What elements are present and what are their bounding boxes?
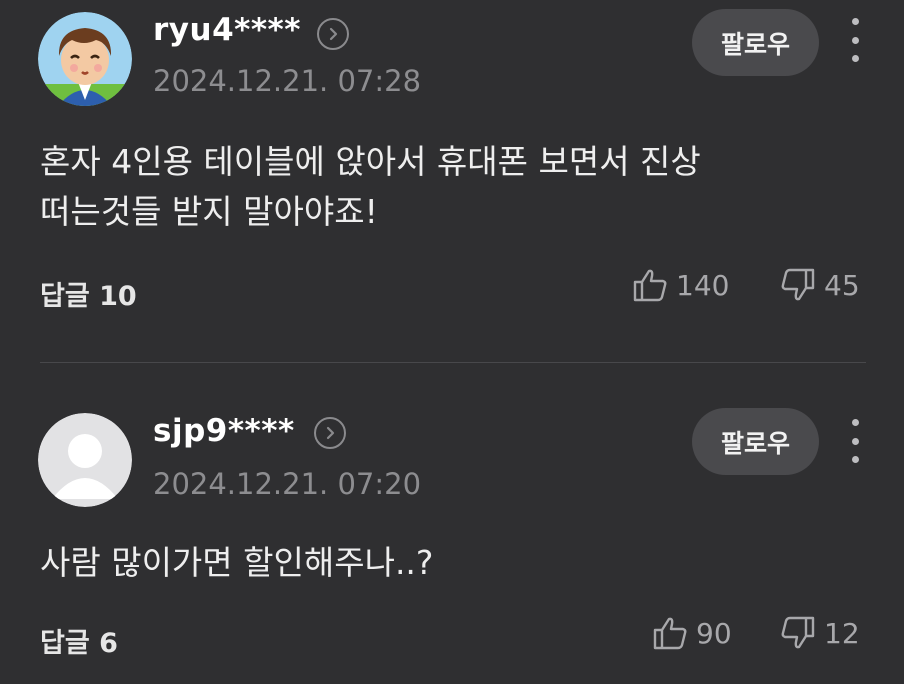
dislike-button[interactable]: 45 (780, 268, 860, 302)
more-options-icon[interactable] (845, 18, 865, 62)
dislike-button[interactable]: 12 (780, 616, 860, 650)
like-count: 90 (696, 616, 732, 650)
like-count: 140 (676, 268, 730, 302)
user-avatar[interactable] (38, 413, 132, 507)
like-button[interactable]: 90 (652, 616, 732, 650)
comment-timestamp: 2024.12.21. 07:28 (153, 64, 422, 98)
comment-text: 혼자 4인용 테이블에 앉아서 휴대폰 보면서 진상 떠는것들 받지 말아야죠! (40, 137, 860, 237)
more-options-icon[interactable] (845, 419, 865, 463)
reply-count-link[interactable]: 답글 10 (40, 274, 137, 313)
dislike-count: 12 (824, 616, 860, 650)
default-user-icon (38, 413, 132, 507)
comment-item: sjp9**** 2024.12.21. 07:20 팔로우 사람 많이가면 할… (0, 363, 904, 684)
comment-text: 사람 많이가면 할인해주나..? (40, 538, 860, 588)
thumbs-up-icon (653, 617, 687, 650)
username[interactable]: sjp9**** (153, 413, 295, 449)
comment-text-line: 사람 많이가면 할인해주나..? (40, 543, 434, 582)
follow-button[interactable]: 팔로우 (692, 9, 819, 76)
thumbs-up-icon (633, 269, 667, 302)
like-button[interactable]: 140 (632, 268, 729, 302)
user-avatar[interactable] (38, 12, 132, 106)
follow-button[interactable]: 팔로우 (692, 408, 819, 475)
comment-text-line: 혼자 4인용 테이블에 앉아서 휴대폰 보면서 진상 (40, 142, 701, 181)
cartoon-avatar-icon (38, 12, 132, 106)
username[interactable]: ryu4**** (153, 12, 301, 48)
comment-item: ryu4**** 2024.12.21. 07:28 팔로우 혼자 4인용 테이… (0, 0, 904, 362)
comment-text-line: 떠는것들 받지 말아야죠! (40, 192, 378, 231)
thumbs-down-icon (781, 268, 815, 301)
reply-count-link[interactable]: 답글 6 (40, 621, 118, 660)
profile-link-icon[interactable] (317, 18, 349, 50)
thumbs-down-icon (781, 616, 815, 649)
profile-link-icon[interactable] (314, 417, 346, 449)
dislike-count: 45 (824, 268, 860, 302)
comment-timestamp: 2024.12.21. 07:20 (153, 467, 422, 501)
